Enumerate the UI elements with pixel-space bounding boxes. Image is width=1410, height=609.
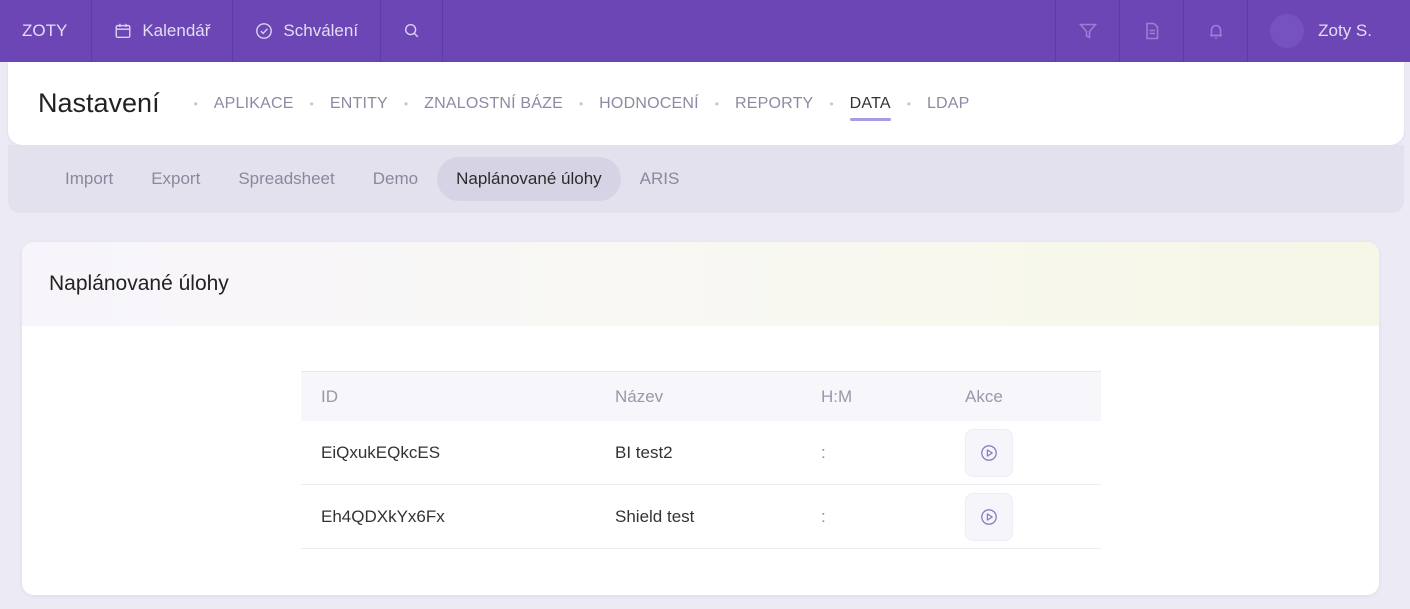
bell-icon xyxy=(1209,24,1222,39)
run-task-button[interactable] xyxy=(965,492,1013,541)
calendar-nav-button[interactable]: Kalendář xyxy=(92,0,234,62)
approval-nav-button[interactable]: Schválení xyxy=(233,0,382,62)
play-circle-icon xyxy=(981,444,997,461)
settings-header: Nastavení • APLIKACE • ENTITY • ZNALOSTN… xyxy=(8,62,1404,145)
subtab-spreadsheet[interactable]: Spreadsheet xyxy=(219,157,353,201)
scheduled-tasks-table: ID Název H:M Akce EiQxukEQkcES BI test2 … xyxy=(301,371,1101,549)
scheduled-tasks-card: Naplánované úlohy ID Název H:M Akce EiQx… xyxy=(22,242,1379,595)
nav-link-hodnoceni[interactable]: HODNOCENÍ xyxy=(599,95,699,113)
subtab-aris[interactable]: ARIS xyxy=(621,157,699,201)
search-button[interactable] xyxy=(381,0,444,62)
task-id: Eh4QDXkYx6Fx xyxy=(321,506,445,526)
subtab-demo[interactable]: Demo xyxy=(354,157,437,201)
play-circle-icon xyxy=(981,508,997,525)
table-row: EiQxukEQkcES BI test2 : xyxy=(301,421,1101,485)
topbar-spacer xyxy=(443,0,1057,62)
nav-separator: • xyxy=(403,96,409,111)
nav-link-reporty[interactable]: REPORTY xyxy=(735,95,813,113)
task-hm: : xyxy=(821,506,826,526)
table-header-row: ID Název H:M Akce xyxy=(301,372,1101,421)
card-title: Naplánované úlohy xyxy=(49,272,229,295)
approval-label: Schválení xyxy=(283,21,359,40)
nav-separator: • xyxy=(193,96,198,111)
column-header-id[interactable]: ID xyxy=(301,387,595,407)
notifications-button[interactable] xyxy=(1184,0,1249,62)
nav-link-ldap[interactable]: LDAP xyxy=(927,95,970,113)
task-actions xyxy=(933,492,1101,541)
page-title: Nastavení xyxy=(38,88,160,118)
nav-link-znalostni-baze[interactable]: ZNALOSTNÍ BÁZE xyxy=(424,95,563,113)
search-icon xyxy=(404,23,418,38)
task-id: EiQxukEQkcES xyxy=(321,442,441,462)
document-icon xyxy=(1145,22,1158,40)
run-task-button[interactable] xyxy=(965,428,1013,477)
calendar-label: Kalendář xyxy=(142,21,211,40)
nav-separator: • xyxy=(829,96,834,111)
column-header-hm[interactable]: H:M xyxy=(801,387,933,407)
check-circle-icon xyxy=(256,23,273,39)
subtab-scheduled-tasks[interactable]: Naplánované úlohy xyxy=(437,157,621,201)
nav-link-entity[interactable]: ENTITY xyxy=(330,95,388,113)
table-row: Eh4QDXkYx6Fx Shield test : xyxy=(301,485,1101,549)
brand-label: ZOTY xyxy=(22,21,68,40)
brand-logo[interactable]: ZOTY xyxy=(0,0,93,62)
data-subtabs: Import Export Spreadsheet Demo Naplánova… xyxy=(8,145,1404,213)
avatar xyxy=(1270,14,1305,48)
column-header-name[interactable]: Název xyxy=(595,387,801,407)
user-name: Zoty S. xyxy=(1318,21,1372,40)
card-header: Naplánované úlohy xyxy=(22,242,1379,326)
task-hm: : xyxy=(821,442,826,462)
nav-link-aplikace[interactable]: APLIKACE xyxy=(214,95,294,113)
task-name: Shield test xyxy=(615,506,695,526)
user-menu[interactable]: Zoty S. xyxy=(1248,0,1410,62)
nav-separator: • xyxy=(714,96,719,111)
top-navigation-bar: ZOTY Kalendář Schválení Zoty S. xyxy=(0,0,1410,62)
subtab-import[interactable]: Import xyxy=(46,157,132,201)
column-header-actions: Akce xyxy=(965,386,1003,406)
nav-separator: • xyxy=(906,96,911,111)
calendar-icon xyxy=(115,23,131,39)
task-name: BI test2 xyxy=(615,442,673,462)
nav-separator: • xyxy=(309,96,314,111)
document-button[interactable] xyxy=(1120,0,1185,62)
task-actions xyxy=(933,428,1101,477)
filter-button[interactable] xyxy=(1056,0,1121,62)
subtab-export[interactable]: Export xyxy=(132,157,219,201)
nav-link-data[interactable]: DATA xyxy=(849,95,891,121)
nav-separator: • xyxy=(578,96,584,111)
filter-icon xyxy=(1078,23,1097,39)
